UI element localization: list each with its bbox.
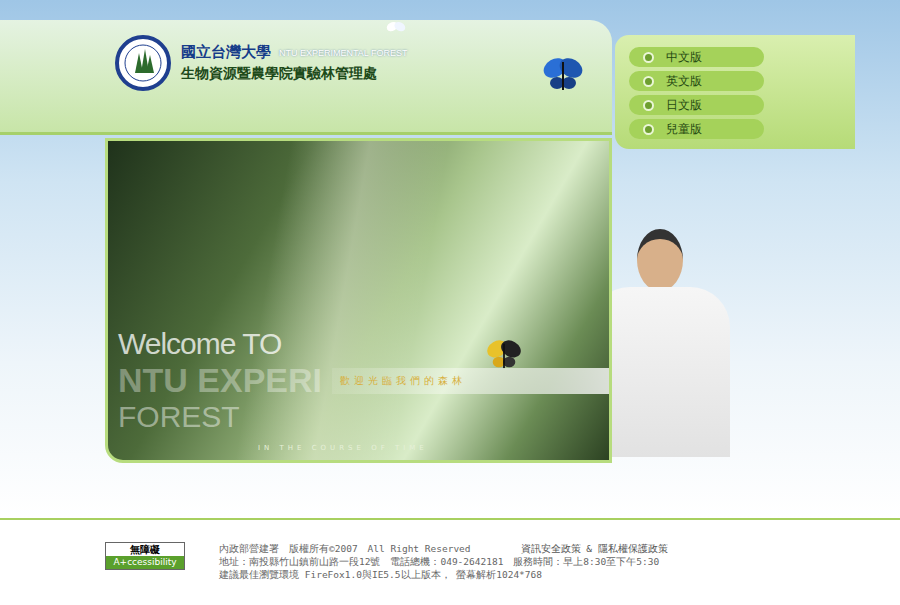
language-button[interactable]: 中文版 <box>629 47 764 67</box>
bullet-icon <box>643 100 654 111</box>
welcome-text: Welcome TO <box>118 327 609 361</box>
logo-title: 國立台灣大學 <box>181 43 271 62</box>
bullet-icon <box>643 76 654 87</box>
bullet-icon <box>643 124 654 135</box>
tagline: 歡迎光臨我們的森林 <box>332 368 609 394</box>
butterfly-icon <box>484 335 524 375</box>
tagline-row: NTU EXPERI 歡迎光臨我們的森林 <box>118 361 609 400</box>
badge-bottom: A+ccessibility <box>106 556 184 569</box>
logo-subtitle-en: NTU EXPERIMENTAL FOREST <box>279 48 408 58</box>
left-column: 國立台灣大學 NTU EXPERIMENTAL FOREST 生物資源暨農學院實驗林… <box>0 0 612 518</box>
accessibility-badge[interactable]: 無障礙A+ccessibility <box>105 542 185 570</box>
language-menu: 中文版英文版日文版兒童版 <box>615 35 855 149</box>
banner-name: NTU EXPERI <box>118 361 322 400</box>
badge-top: 無障礙 <box>130 543 160 556</box>
banner-text: Welcome TONTU EXPERI 歡迎光臨我們的森林 FORESTIN TH… <box>108 327 609 460</box>
banner-caption: IN THE COURSE OF TIME <box>118 434 609 452</box>
forest-banner: Welcome TONTU EXPERI 歡迎光臨我們的森林 FORESTIN TH… <box>105 138 612 463</box>
header-band: 國立台灣大學 NTU EXPERIMENTAL FOREST 生物資源暨農學院實驗林… <box>0 20 612 135</box>
footer-line: 內政部營建署 版權所有©2007 All Right Reserved 資訊安全政… <box>219 542 668 555</box>
language-label: 英文版 <box>666 73 702 90</box>
right-column: 中文版英文版日文版兒童版 <box>612 0 900 518</box>
language-label: 日文版 <box>666 97 702 114</box>
figure-head <box>637 229 683 291</box>
language-button[interactable]: 兒童版 <box>629 119 764 139</box>
address: 地址：南投縣竹山鎮前山路一段12號 電話總機：049-2642181 服務時間：… <box>219 555 668 568</box>
policy-link[interactable]: 資訊安全政策 & 隱私權保護政策 <box>521 542 668 555</box>
logo-row: 國立台灣大學 NTU EXPERIMENTAL FOREST <box>181 43 408 62</box>
bullet-icon <box>643 52 654 63</box>
banner-forest: FOREST <box>118 400 609 434</box>
logo[interactable]: 國立台灣大學 NTU EXPERIMENTAL FOREST 生物資源暨農學院實驗林… <box>115 35 612 91</box>
footer: 無障礙A+ccessibility 內政部營建署 版權所有©2007 All Ri… <box>0 518 900 605</box>
tree-emblem-icon <box>115 35 171 91</box>
page: 國立台灣大學 NTU EXPERIMENTAL FOREST 生物資源暨農學院實驗林… <box>0 0 900 605</box>
copyright: 內政部營建署 版權所有©2007 All Right Reserved <box>219 542 471 555</box>
language-button[interactable]: 英文版 <box>629 71 764 91</box>
logo-text: 國立台灣大學 NTU EXPERIMENTAL FOREST 生物資源暨農學院實驗林… <box>181 43 408 83</box>
butterfly-icon <box>385 18 407 40</box>
footer-info: 內政部營建署 版權所有©2007 All Right Reserved 資訊安全政… <box>219 542 668 581</box>
butterfly-icon <box>540 52 586 98</box>
language-button[interactable]: 日文版 <box>629 95 764 115</box>
language-label: 中文版 <box>666 49 702 66</box>
logo-subtitle: 生物資源暨農學院實驗林管理處 <box>181 65 408 83</box>
browser-note: 建議最佳瀏覽環境 FireFox1.0與IE5.5以上版本， 螢幕解析1024*… <box>219 568 668 581</box>
language-label: 兒童版 <box>666 121 702 138</box>
top-area: 國立台灣大學 NTU EXPERIMENTAL FOREST 生物資源暨農學院實驗林… <box>0 0 900 518</box>
light-rays <box>228 141 488 460</box>
